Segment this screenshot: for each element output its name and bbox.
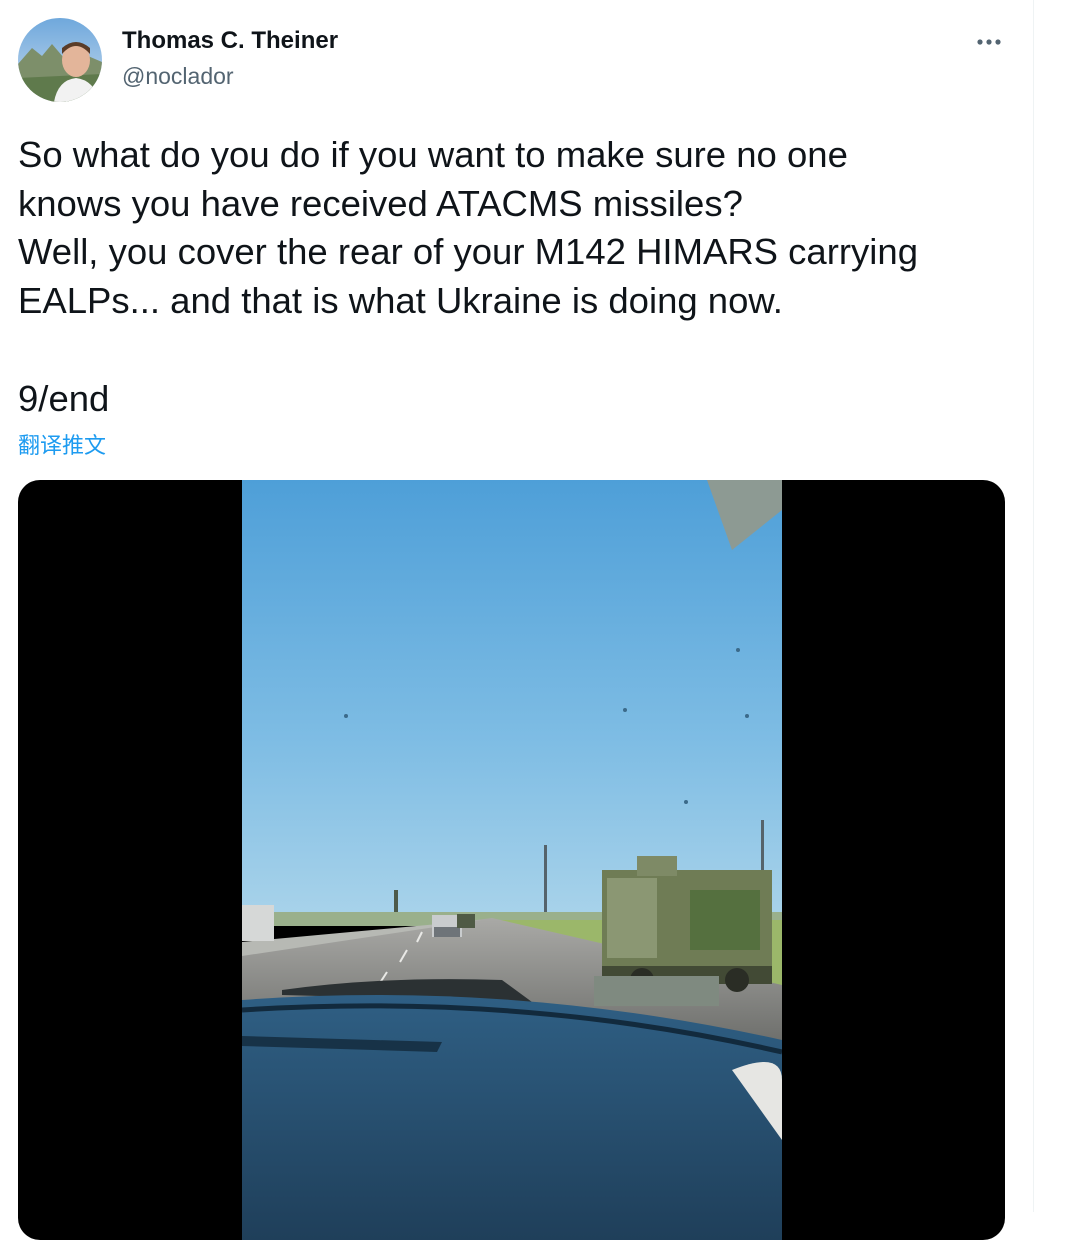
tweet-text-line: knows you have received ATACMS missiles?: [18, 182, 743, 224]
author-handle[interactable]: @noclador: [122, 63, 234, 90]
translate-tweet-link[interactable]: 翻译推文: [18, 428, 106, 460]
tweet-text-line: EALPs... and that is what Ukraine is doi…: [18, 279, 783, 321]
tweet-thread-marker: 9/end: [18, 378, 110, 419]
more-options-button[interactable]: [968, 22, 1012, 62]
timeline-divider: [1033, 0, 1034, 1212]
avatar[interactable]: [18, 18, 102, 102]
more-horizontal-icon: [977, 39, 1001, 45]
video-still-image: [242, 480, 782, 1240]
tweet-video[interactable]: [18, 480, 1005, 1240]
author-name[interactable]: Thomas C. Theiner: [122, 27, 338, 55]
video-frame: [242, 480, 782, 1240]
tweet-text-line: So what do you do if you want to make su…: [18, 134, 848, 175]
tweet-text-line: Well, you cover the rear of your M142 HI…: [18, 231, 918, 272]
tweet-text: So what do you do if you want to make su…: [18, 131, 1023, 325]
avatar-photo: [18, 18, 102, 102]
